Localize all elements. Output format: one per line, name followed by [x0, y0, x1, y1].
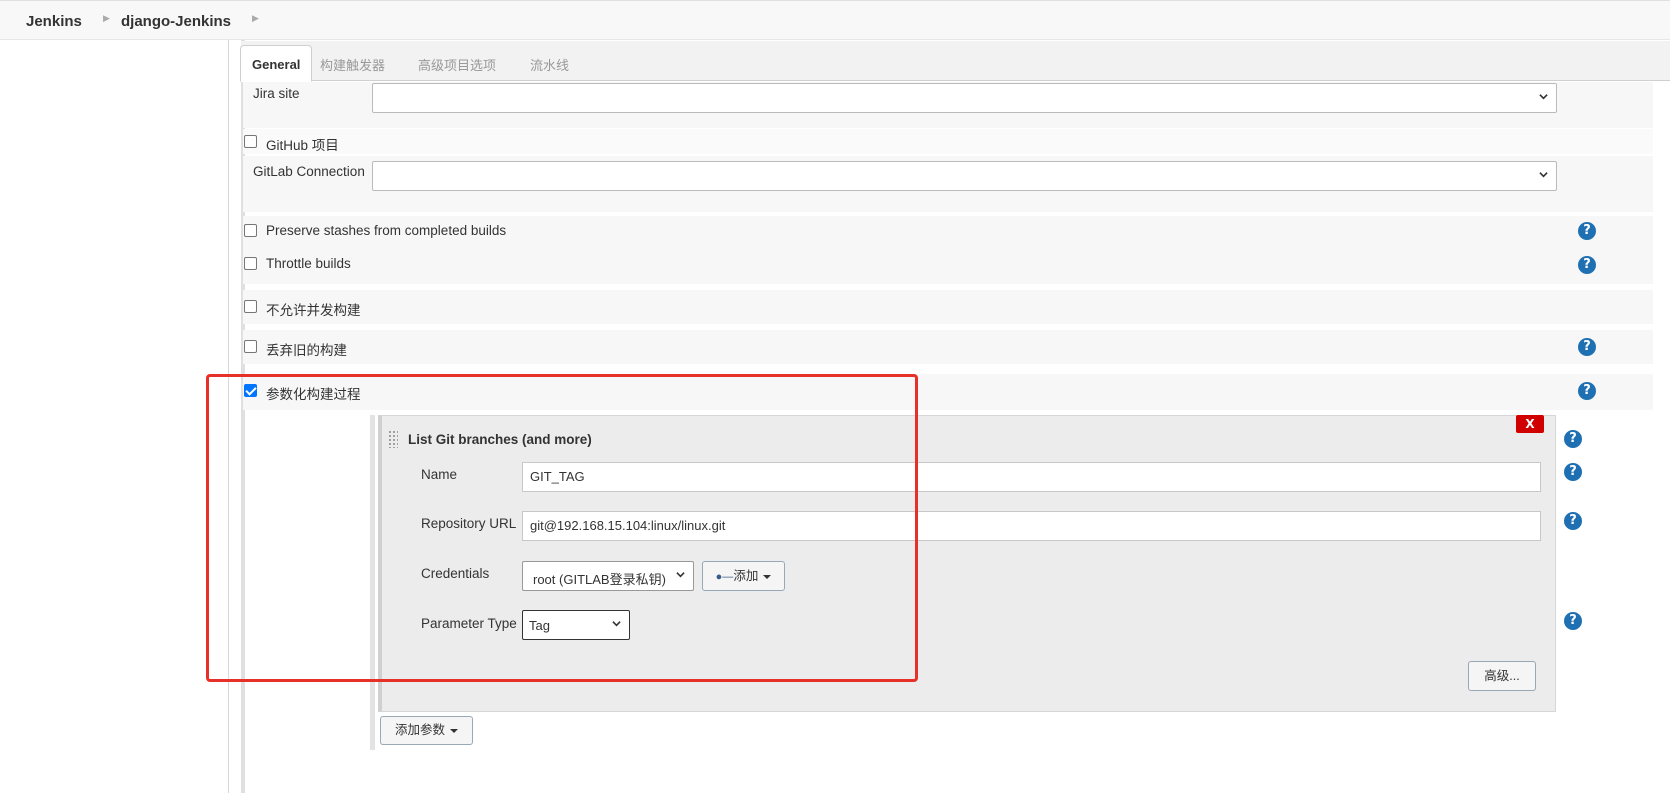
- tab-pipeline[interactable]: 流水线: [530, 55, 569, 74]
- no-concurrent-label: 不允许并发构建: [266, 303, 361, 318]
- help-icon[interactable]: ?: [1578, 382, 1596, 400]
- chevron-down-icon: [1539, 94, 1548, 100]
- discard-old-label: 丢弃旧的构建: [266, 343, 347, 358]
- add-parameter-button[interactable]: 添加参数: [380, 716, 473, 745]
- gitlab-connection-label: GitLab Connection: [253, 164, 365, 179]
- caret-down-icon: [450, 728, 458, 733]
- preserve-stashes-label: Preserve stashes from completed builds: [266, 223, 507, 238]
- help-icon[interactable]: ?: [1564, 512, 1582, 530]
- throttle-builds-label: Throttle builds: [266, 256, 351, 271]
- breadcrumb-arrow-icon[interactable]: ▶: [252, 14, 259, 24]
- help-icon[interactable]: ?: [1564, 430, 1582, 448]
- tab-build-triggers[interactable]: 构建触发器: [320, 55, 385, 74]
- advanced-button[interactable]: 高级...: [1468, 661, 1536, 691]
- help-icon[interactable]: ?: [1578, 338, 1596, 356]
- delete-parameter-button[interactable]: X: [1516, 415, 1544, 433]
- jira-site-select[interactable]: [372, 83, 1557, 113]
- github-project-label: GitHub 项目: [266, 138, 339, 153]
- github-project-row: [243, 129, 1653, 154]
- add-parameter-label: 添加参数: [394, 723, 445, 737]
- annotation-highlight: [206, 374, 918, 682]
- chevron-down-icon: [1539, 172, 1548, 178]
- github-project-checkbox[interactable]: [244, 135, 257, 148]
- no-concurrent-checkbox[interactable]: [244, 300, 257, 313]
- help-icon[interactable]: ?: [1578, 256, 1596, 274]
- breadcrumb-jenkins[interactable]: Jenkins: [26, 13, 82, 30]
- preserve-stashes-checkbox[interactable]: [244, 224, 257, 237]
- jira-site-label: Jira site: [253, 86, 300, 101]
- breadcrumb-project[interactable]: django-Jenkins: [121, 13, 231, 30]
- config-tabs: General 构建触发器 高级项目选项 流水线: [240, 41, 1670, 82]
- breadcrumb-bar: Jenkins ▶ django-Jenkins ▶: [0, 0, 1670, 40]
- throttle-builds-checkbox[interactable]: [244, 257, 257, 270]
- help-icon[interactable]: ?: [1564, 612, 1582, 630]
- discard-old-checkbox[interactable]: [244, 340, 257, 353]
- discard-old-row: [243, 330, 1653, 364]
- breadcrumb-arrow-icon: ▶: [103, 14, 110, 24]
- help-icon[interactable]: ?: [1564, 463, 1582, 481]
- tab-general[interactable]: General: [240, 45, 313, 82]
- no-concurrent-row: [243, 290, 1653, 324]
- gitlab-connection-select[interactable]: [372, 161, 1557, 191]
- tab-advanced-options[interactable]: 高级项目选项: [418, 55, 496, 74]
- help-icon[interactable]: ?: [1578, 222, 1596, 240]
